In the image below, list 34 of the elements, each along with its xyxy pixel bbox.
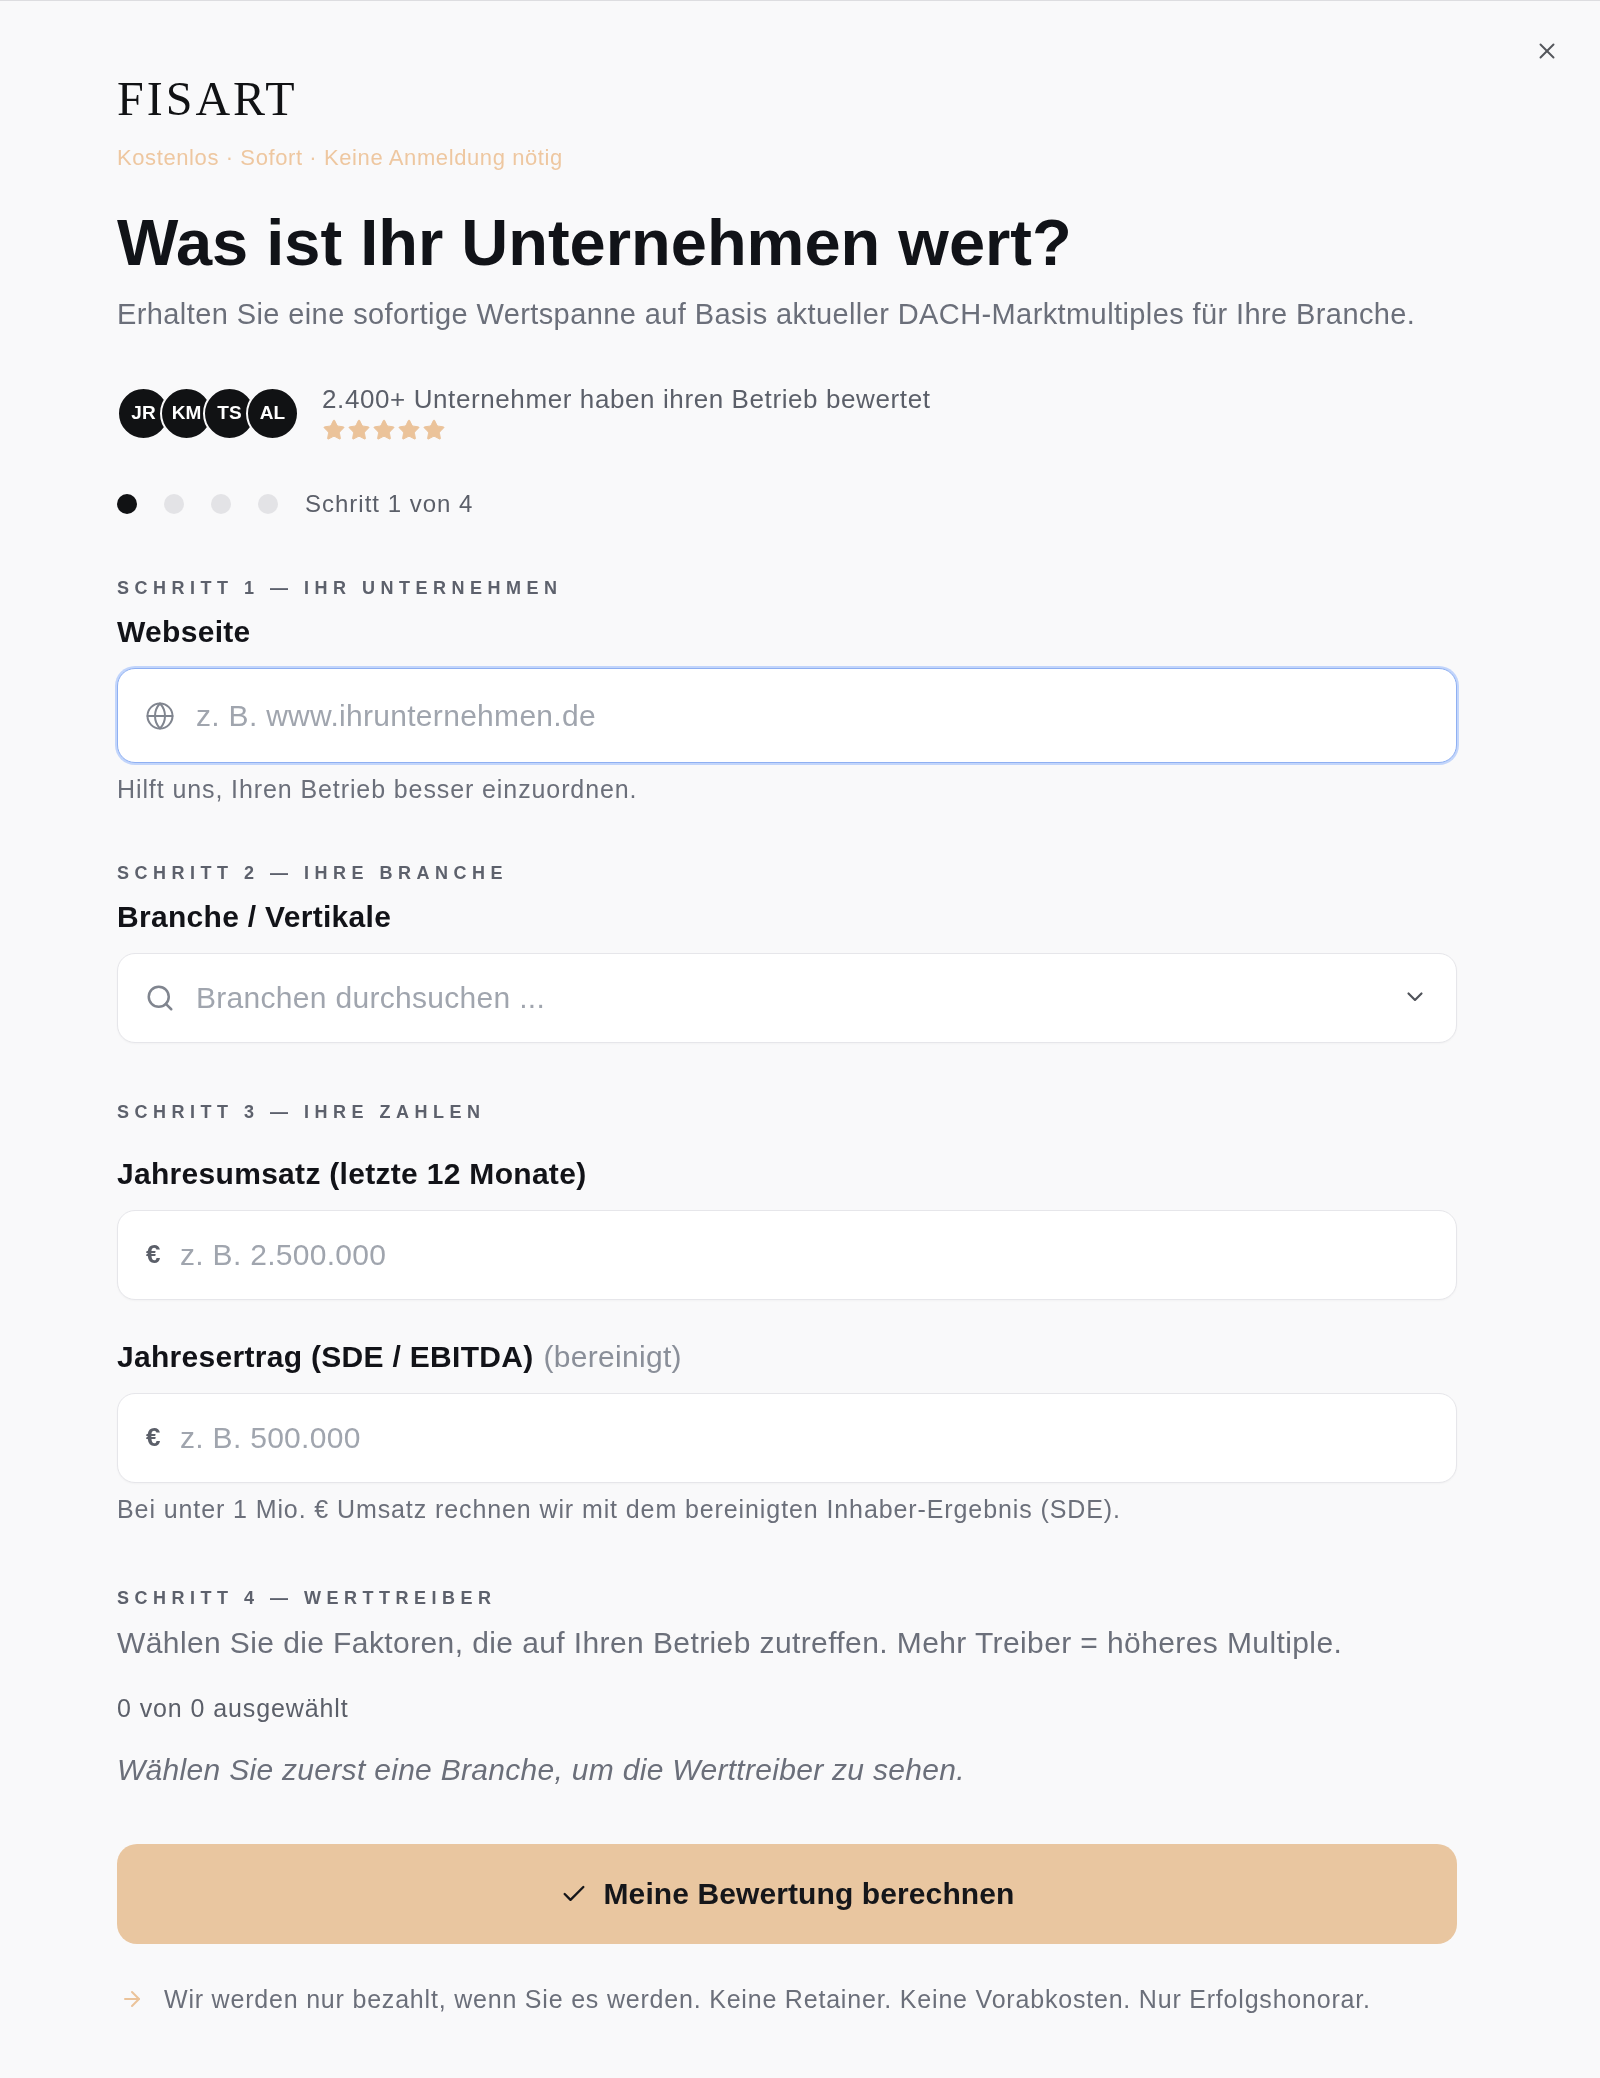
help-text: Hilft uns, Ihren Betrieb besser einzuordnen. [117,774,639,804]
star-icon [372,418,396,442]
section-heading: SCHRITT 4 — WERTTREIBER [117,1587,498,1610]
star-icon [397,418,421,442]
step-counter: Schritt 1 von 4 [305,492,474,516]
field-label: Jahresumsatz (letzte 12 Monate) [117,1156,587,1192]
star-icon [322,418,346,442]
page-title: Was ist Ihr Unternehmen wert? [117,205,1073,281]
star-icon [422,418,446,442]
avatar: AL [246,386,299,440]
search-icon [145,983,175,1013]
globe-icon [145,700,175,731]
field-label: Branche / Vertikale [117,899,392,935]
section-heading: SCHRITT 3 — IHRE ZAHLEN [117,1101,487,1124]
tagline: Kostenlos · Sofort · Keine Anmeldung nötig [117,144,563,172]
selection-count: 0 von 0 ausgewählt [117,1693,350,1723]
star-icon [347,418,371,442]
brand-logo: FISART [117,72,298,126]
section-heading: SCHRITT 1 — IHR UNTERNEHMEN [117,577,564,600]
section-description: Wählen Sie die Faktoren, die auf Ihren Betrieb zutreffen. Mehr Treiber = höheres Multiple. [117,1625,1344,1661]
help-text: Bei unter 1 Mio. € Umsatz rechnen wir mit dem bereinigten Inhaber-Ergebnis (SDE). [117,1494,1122,1524]
footer-note: Wir werden nur bezahlt, wenn Sie es werden. Keine Retainer. Keine Vorabkosten. Nur Erfolgshonorar. [164,1984,1371,2015]
empty-state-hint: Wählen Sie zuerst eine Branche, um die Werttreiber zu sehen. [117,1752,966,1788]
field-label: Webseite [117,614,251,650]
website-input-field[interactable]: z. B. www.ihrunternehmen.de [117,668,1457,763]
field-label: Jahresertrag (SDE / EBITDA) [117,1339,534,1375]
currency-symbol: € [146,1238,161,1269]
page-subtitle: Erhalten Sie eine sofortige Wertspanne auf Basis aktueller DACH-Marktmultiples für Ihre Branche. [117,297,1417,332]
search-dropdown-field[interactable]: Branchen durchsuchen ... [117,953,1457,1043]
section-heading: SCHRITT 2 — IHRE BRANCHE [117,862,509,885]
field-label-note: (bereinigt) [543,1339,682,1375]
social-proof-text: 2.400+ Unternehmer haben ihren Betrieb bewertet [322,384,931,414]
calculate-button[interactable]: Meine Bewertung berechnen [117,1844,1457,1944]
currency-symbol: € [146,1421,161,1452]
